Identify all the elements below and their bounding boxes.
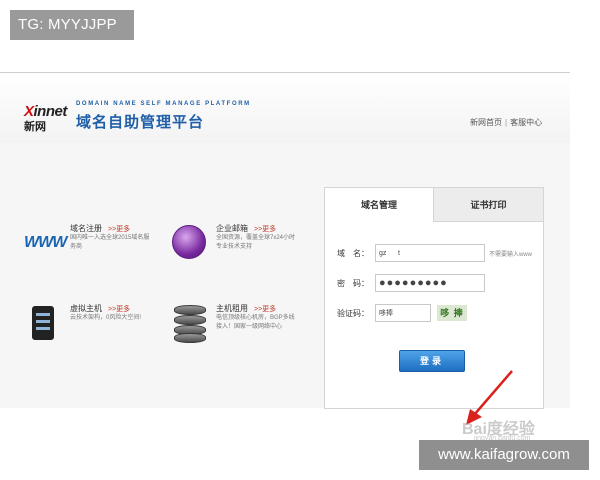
login-button[interactable]: 登录 [399,350,465,372]
www-icon: WWW [24,234,67,251]
server-stack-icon [174,303,206,343]
service-description: 电信顶级核心机房，BGP多线接入！国家一级网络中心 [216,315,295,330]
service-description: 国内唯一入选全球2015域名服务商 [70,235,150,250]
site-header: Xinnet 新网 DOMAIN NAME SELF MANAGE PLATFO… [0,73,570,143]
service-host-rental: 主机租用 >>更多 电信顶级核心机房，BGP多线接入！国家一级网络中心 [170,303,310,353]
captcha-label: 验证码： [337,309,369,318]
more-link[interactable]: >>更多 [108,306,130,313]
tg-contact-badge: TG: MYYJJPP [10,10,134,40]
service-description: 云技术架构，0风险大空间! [70,315,142,321]
domain-hint: 不需要输入www [489,252,532,258]
more-link[interactable]: >>更多 [254,226,276,233]
captcha-input[interactable] [375,304,431,322]
password-label: 密 码： [337,279,369,288]
service-virtual-host: 虚拟主机 >>更多 云技术架构，0风险大空间! [24,303,164,353]
login-page: Xinnet 新网 DOMAIN NAME SELF MANAGE PLATFO… [0,72,570,442]
logo-cn-text: 新网 [24,121,46,133]
server-icon [32,306,54,340]
service-enterprise-email: 企业邮箱 >>更多 全国资源，覆盖全球7x24小时专业技术支持 [170,223,310,273]
tab-certificate-print[interactable]: 证书打印 [433,188,543,222]
platform-title: 域名自助管理平台 [76,114,205,131]
domain-input[interactable] [375,244,485,262]
service-domain-registration: WWW 域名注册 >>更多 国内唯一入选全球2015域名服务商 [24,223,164,273]
xinnet-logo[interactable]: Xinnet 新网 [24,103,74,133]
tab-domain-management[interactable]: 域名管理 [325,188,433,222]
site-watermark-badge: www.kaifagrow.com [419,440,589,470]
login-tabs: 域名管理 证书打印 [325,188,543,222]
captcha-image[interactable]: 哆 捧 [437,305,467,321]
service-title: 域名注册 [70,224,102,233]
password-input[interactable] [375,274,485,292]
link-separator: | [505,118,508,127]
more-link[interactable]: >>更多 [108,226,130,233]
slogan-english: DOMAIN NAME SELF MANAGE PLATFORM [76,101,251,107]
service-title: 虚拟主机 [70,304,102,313]
service-title: 主机租用 [216,304,248,313]
more-link[interactable]: >>更多 [254,306,276,313]
support-center-link[interactable]: 客服中心 [510,118,542,127]
top-nav-links: 新网首页 | 客服中心 [470,117,542,128]
service-description: 全国资源，覆盖全球7x24小时专业技术支持 [216,235,296,250]
globe-icon [172,225,206,259]
domain-label: 域 名： [337,249,369,258]
service-title: 企业邮箱 [216,224,248,233]
home-link[interactable]: 新网首页 [470,118,502,127]
